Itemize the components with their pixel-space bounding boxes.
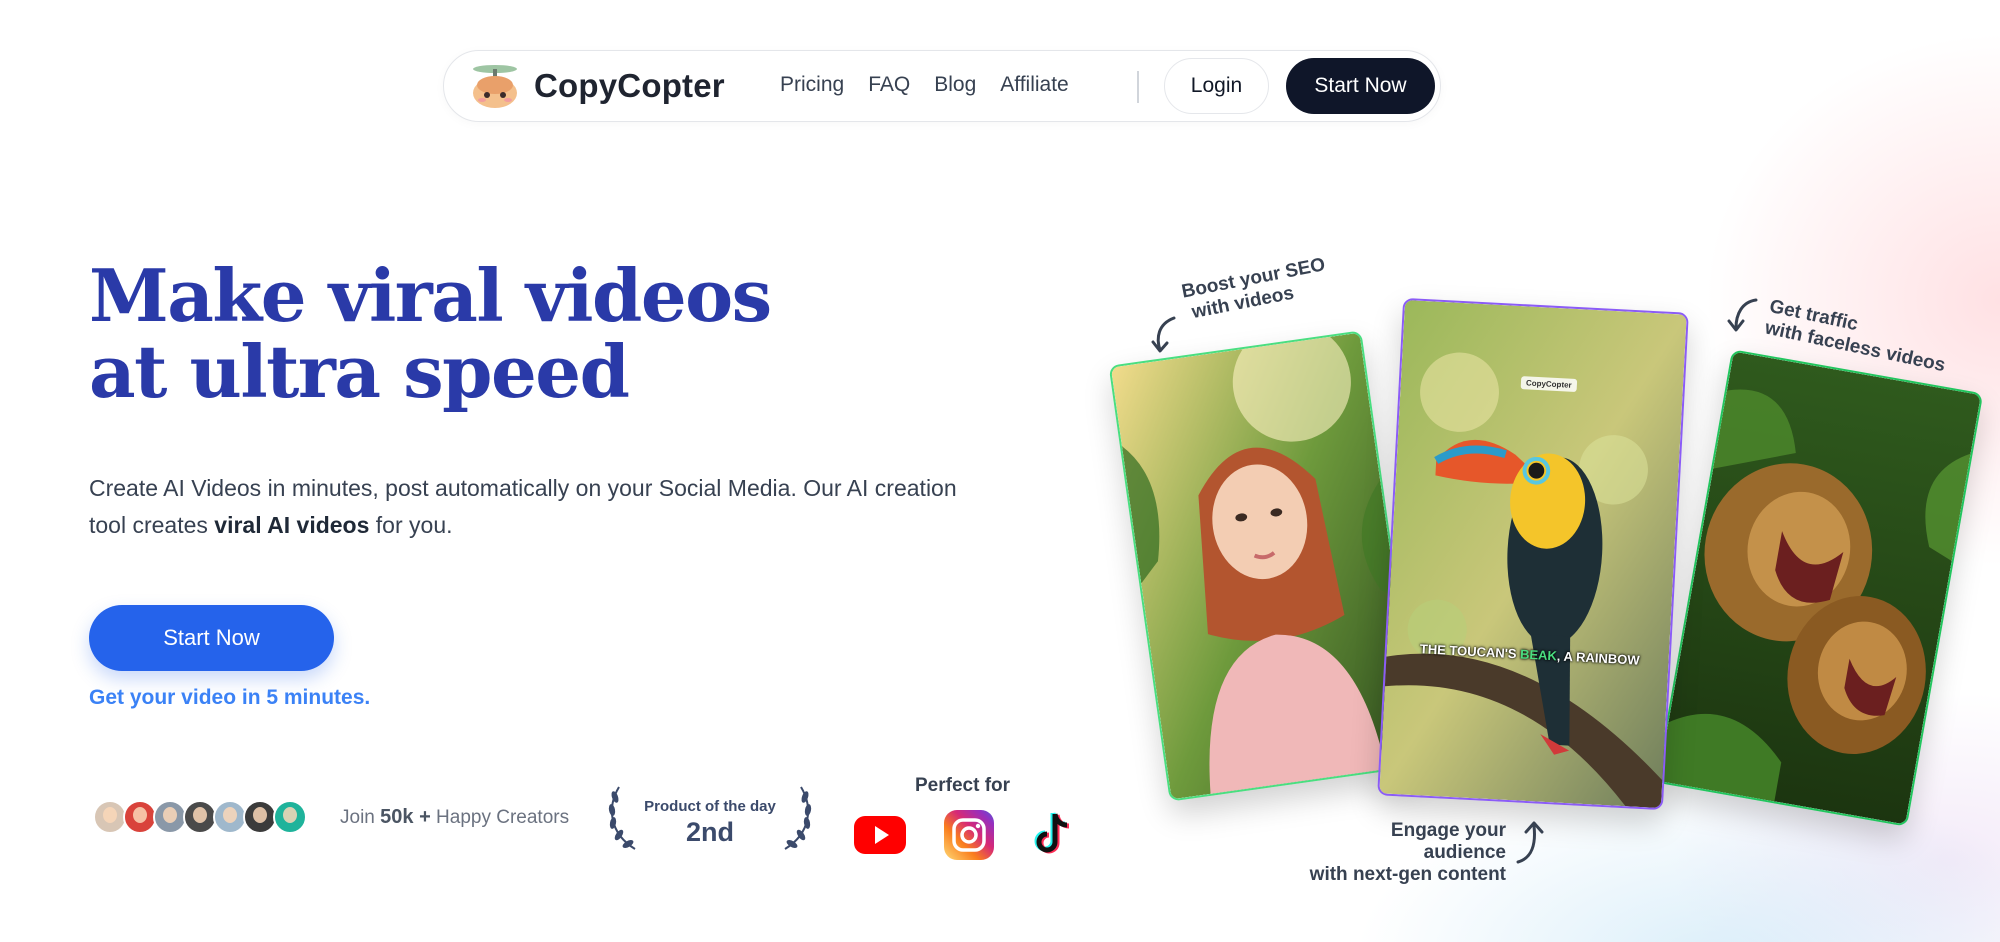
- video-card-toucan[interactable]: CopyCopter THE TOUCAN'S BEAK, A RAINBOW: [1377, 297, 1689, 811]
- headline-line-2: at ultra speed: [89, 329, 630, 414]
- nav-start-now-button[interactable]: Start Now: [1286, 58, 1435, 114]
- video-card-lions[interactable]: [1655, 349, 1984, 827]
- creator-avatars: [93, 800, 307, 834]
- hero-start-now-button[interactable]: Start Now: [89, 605, 334, 671]
- annotation-seo: Boost your SEO with videos: [1180, 254, 1331, 325]
- nav-link-pricing[interactable]: Pricing: [780, 73, 844, 97]
- nav-links: Pricing FAQ Blog Affiliate: [780, 73, 1093, 97]
- brand-name: CopyCopter: [534, 67, 725, 104]
- product-of-day-rank: 2nd: [685, 817, 734, 847]
- subtext-part-b: for you.: [369, 512, 453, 538]
- join-creators-text: Join 50k + Happy Creators: [340, 806, 569, 829]
- avatar: [183, 800, 217, 834]
- avatar: [123, 800, 157, 834]
- arrow-up-icon: [1516, 821, 1544, 864]
- instagram-icon[interactable]: [942, 808, 996, 862]
- nav-link-affiliate[interactable]: Affiliate: [1000, 73, 1069, 97]
- caption-highlight: BEAK: [1519, 646, 1558, 664]
- brand-logo[interactable]: CopyCopter: [468, 63, 725, 109]
- hero-subtext: Create AI Videos in minutes, post automa…: [89, 470, 969, 544]
- join-count: 50k +: [380, 806, 431, 828]
- helicopter-mascot-icon: [473, 65, 517, 108]
- nav-link-faq[interactable]: FAQ: [868, 73, 910, 97]
- avatar: [93, 800, 127, 834]
- tiktok-icon[interactable]: [1025, 808, 1079, 862]
- hero-headline: Make viral videos at ultra speed: [89, 258, 809, 410]
- product-of-day-title: Product of the day: [644, 798, 776, 815]
- avatar: [213, 800, 247, 834]
- headline-line-1: Make viral videos: [89, 253, 772, 338]
- product-of-the-day-badge[interactable]: Product of the day 2nd: [605, 783, 815, 853]
- avatar: [153, 800, 187, 834]
- perfect-for-label: Perfect for: [915, 775, 1011, 796]
- arrow-down-left-icon: [1727, 298, 1758, 332]
- annot-engage-line2: with next-gen content: [1309, 864, 1506, 885]
- avatar: [273, 800, 307, 834]
- nav-link-blog[interactable]: Blog: [934, 73, 976, 97]
- join-prefix: Join: [340, 807, 375, 828]
- join-suffix: Happy Creators: [436, 807, 570, 828]
- login-button[interactable]: Login: [1164, 58, 1269, 114]
- annotation-engage: Engage your audience with next-gen conte…: [1306, 820, 1506, 886]
- arrow-down-icon: [1151, 316, 1176, 353]
- top-nav: CopyCopter Pricing FAQ Blog Affiliate Lo…: [443, 50, 1441, 122]
- video-card-portrait[interactable]: [1108, 330, 1423, 802]
- youtube-icon[interactable]: [853, 808, 907, 862]
- portrait-thumbnail: [1110, 332, 1421, 800]
- nav-divider: [1137, 71, 1139, 103]
- caption-part-b: , A RAINBOW: [1556, 648, 1640, 668]
- lions-thumbnail: [1658, 351, 1981, 825]
- cta-note: Get your video in 5 minutes.: [89, 686, 371, 709]
- annot-engage-line1: Engage your audience: [1390, 820, 1506, 863]
- subtext-bold: viral AI videos: [214, 512, 370, 538]
- avatar: [243, 800, 277, 834]
